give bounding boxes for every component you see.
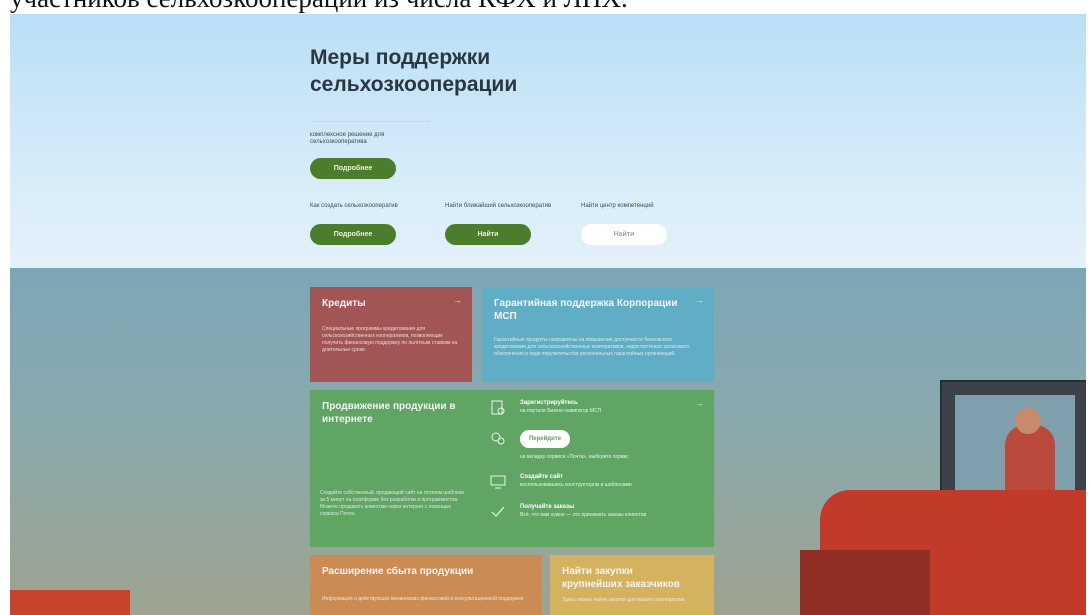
purchases-text: Здесь можно найти закупки для вашего коо…: [562, 597, 685, 603]
chat-icon: [491, 432, 505, 445]
machinery-image: [10, 590, 130, 615]
step-title: Зарегистрируйтесь: [520, 400, 578, 406]
hero-section: Меры поддержки сельхозкооперации комплек…: [10, 14, 1086, 268]
support-page: Меры поддержки сельхозкооперации комплек…: [10, 14, 1086, 615]
find-center-label: Найти центр компетенций: [581, 203, 654, 209]
list-item: Создайте сайт воспользовавшись конструкт…: [490, 474, 700, 504]
online-sales-card[interactable]: Продвижение продукции в интернете → Созд…: [310, 390, 714, 547]
create-coop-button[interactable]: Подробнее: [310, 224, 396, 245]
step-text: на вкладку сервиса «Почта», выберите сер…: [520, 454, 629, 460]
list-item: Перейдите на вкладку сервиса «Почта», вы…: [490, 430, 700, 474]
sales-expansion-card[interactable]: Расширение сбыта продукции Информация о …: [310, 555, 542, 615]
credits-title: Кредиты: [322, 298, 366, 309]
arrow-right-icon: →: [695, 295, 704, 305]
sales-expansion-text: Информация о действующих механизмах фина…: [322, 596, 524, 602]
find-coop-button[interactable]: Найти: [445, 224, 531, 245]
guarantee-title: Гарантийная поддержка Корпорации МСП: [494, 298, 678, 322]
online-sales-title: Продвижение продукции в интернете: [322, 401, 456, 425]
hero-subtitle: комплексное решение для сельхозкооперати…: [310, 132, 385, 145]
purchases-card[interactable]: Найти закупки крупнейших заказчиков Здес…: [550, 555, 714, 615]
tractor-image: [800, 380, 1086, 615]
purchases-title: Найти закупки крупнейших заказчиков: [562, 566, 680, 590]
find-center-button[interactable]: Найти: [581, 224, 667, 245]
divider: [310, 121, 430, 122]
online-sales-text: Создайте собственный, продающий сайт на …: [320, 490, 465, 517]
step-title: Создайте сайт: [520, 474, 564, 480]
credits-text: Специальные программы кредитования для с…: [322, 326, 458, 353]
find-coop-label: Найти ближайший сельхозкооператив: [445, 203, 552, 209]
document-caption: участников сельхозкооперации из числа КФ…: [0, 0, 1090, 14]
list-item: Получайте заказы Всё, что вам нужно — эт…: [490, 504, 700, 534]
arrow-right-icon: →: [453, 295, 462, 305]
step-text: воспользовавшись конструктором и шаблона…: [520, 482, 632, 488]
document-person-icon: [491, 400, 505, 415]
go-button[interactable]: Перейдите: [520, 430, 570, 448]
step-text: на портале Бизнес-навигатор МСП: [520, 408, 602, 414]
guarantee-card[interactable]: Гарантийная поддержка Корпорации МСП → Г…: [482, 287, 714, 382]
create-coop-label: Как создать сельхозкооператив: [310, 203, 398, 209]
step-text: Всё, что вам нужно — это принимать заказ…: [520, 512, 647, 518]
guarantee-text: Гарантийные продукты направлены на повыш…: [494, 337, 689, 357]
list-item: Зарегистрируйтесь на портале Бизнес-нави…: [490, 400, 700, 430]
sales-expansion-title: Расширение сбыта продукции: [322, 566, 474, 577]
monitor-icon: [490, 475, 506, 489]
check-icon: [491, 506, 505, 517]
steps-list: Зарегистрируйтесь на портале Бизнес-нави…: [490, 400, 700, 534]
page-title: Меры поддержки сельхозкооперации: [310, 46, 518, 96]
credits-card[interactable]: Кредиты → Специальные программы кредитов…: [310, 287, 472, 382]
details-button[interactable]: Подробнее: [310, 158, 396, 179]
document-caption-text: участников сельхозкооперации из числа КФ…: [10, 0, 628, 14]
step-title: Получайте заказы: [520, 504, 575, 510]
